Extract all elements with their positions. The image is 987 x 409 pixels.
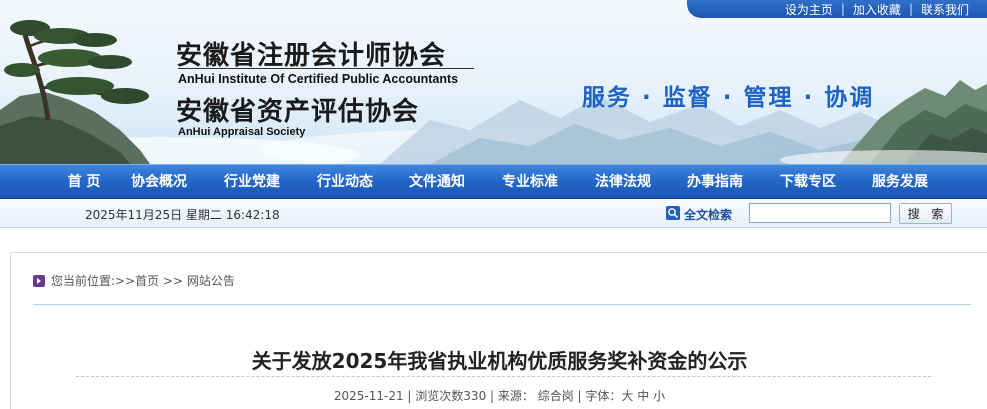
header-banner: 设为主页 | 加入收藏 | 联系我们 安徽省注册会计师协会 AnHui Inst… xyxy=(0,0,987,164)
info-bar: 2025年11月25日 星期二 16:42:18 全文检索 搜 索 xyxy=(0,199,987,228)
nav-about[interactable]: 协会概况 xyxy=(131,165,187,200)
font-size-medium[interactable]: 中 xyxy=(637,389,649,403)
views-label: 浏览次数 xyxy=(415,389,464,403)
org-name-cpa: 安徽省注册会计师协会 xyxy=(176,41,447,71)
font-size-small[interactable]: 小 xyxy=(653,389,665,403)
view-count: 330 xyxy=(463,389,487,403)
breadcrumb-home[interactable]: 首页 xyxy=(135,272,159,289)
contact-us-link[interactable]: 联系我们 xyxy=(913,1,977,18)
breadcrumb: 您当前位置:>> 首页 >> 网站公告 xyxy=(33,272,235,289)
nav-services[interactable]: 服务发展 xyxy=(872,165,928,200)
search-input[interactable] xyxy=(749,203,891,223)
nav-home[interactable]: 首 页 xyxy=(68,165,101,200)
org-name-cpa-en: AnHui Institute Of Certified Public Acco… xyxy=(178,72,459,86)
breadcrumb-arrow-icon xyxy=(33,274,45,287)
top-links-bar: 设为主页 | 加入收藏 | 联系我们 xyxy=(687,0,987,18)
set-homepage-link[interactable]: 设为主页 xyxy=(777,1,841,18)
nav-notices[interactable]: 文件通知 xyxy=(409,165,465,200)
slogan: 服务 · 监督 · 管理 · 协调 xyxy=(582,85,875,111)
font-size-label: 字体： xyxy=(585,389,622,403)
add-favorites-link[interactable]: 加入收藏 xyxy=(845,1,909,18)
nav-standards[interactable]: 专业标准 xyxy=(502,165,558,200)
breadcrumb-separator: >> xyxy=(159,273,187,288)
breadcrumb-divider xyxy=(33,304,971,305)
current-datetime: 2025年11月25日 星期二 16:42:18 xyxy=(85,208,280,222)
title-divider xyxy=(76,376,931,377)
search-button[interactable]: 搜 索 xyxy=(899,203,952,224)
article-source: 综合岗 xyxy=(537,389,574,403)
org-name-divider xyxy=(178,68,474,69)
article-title: 关于发放2025年我省执业机构优质服务奖补资金的公示 xyxy=(251,349,748,373)
fulltext-search-label: 全文检索 xyxy=(684,208,733,222)
article-panel: 您当前位置:>> 首页 >> 网站公告 关于发放2025年我省执业机构优质服务奖… xyxy=(10,252,987,409)
article-meta: 2025-11-21 | 浏览次数330 | 来源： 综合岗 | 字体：大 中 … xyxy=(333,389,666,403)
font-size-large[interactable]: 大 xyxy=(621,389,633,403)
article-date: 2025-11-21 xyxy=(333,389,404,403)
main-nav: 首 页 协会概况 行业党建 行业动态 文件通知 专业标准 法律法规 办事指南 下… xyxy=(0,164,987,199)
org-name-appraisal: 安徽省资产评估协会 xyxy=(176,97,420,127)
nav-laws[interactable]: 法律法规 xyxy=(595,165,651,200)
nav-party[interactable]: 行业党建 xyxy=(224,165,280,200)
nav-guide[interactable]: 办事指南 xyxy=(687,165,743,200)
nav-downloads[interactable]: 下载专区 xyxy=(780,165,836,200)
breadcrumb-prefix: 您当前位置:>> xyxy=(51,274,136,288)
source-label: 来源： xyxy=(497,389,534,403)
page: 设为主页 | 加入收藏 | 联系我们 安徽省注册会计师协会 AnHui Inst… xyxy=(0,0,987,409)
breadcrumb-announcements[interactable]: 网站公告 xyxy=(187,272,235,289)
nav-news[interactable]: 行业动态 xyxy=(317,165,373,200)
org-name-appraisal-en: AnHui Appraisal Society xyxy=(178,126,306,138)
search-icon xyxy=(666,206,680,220)
